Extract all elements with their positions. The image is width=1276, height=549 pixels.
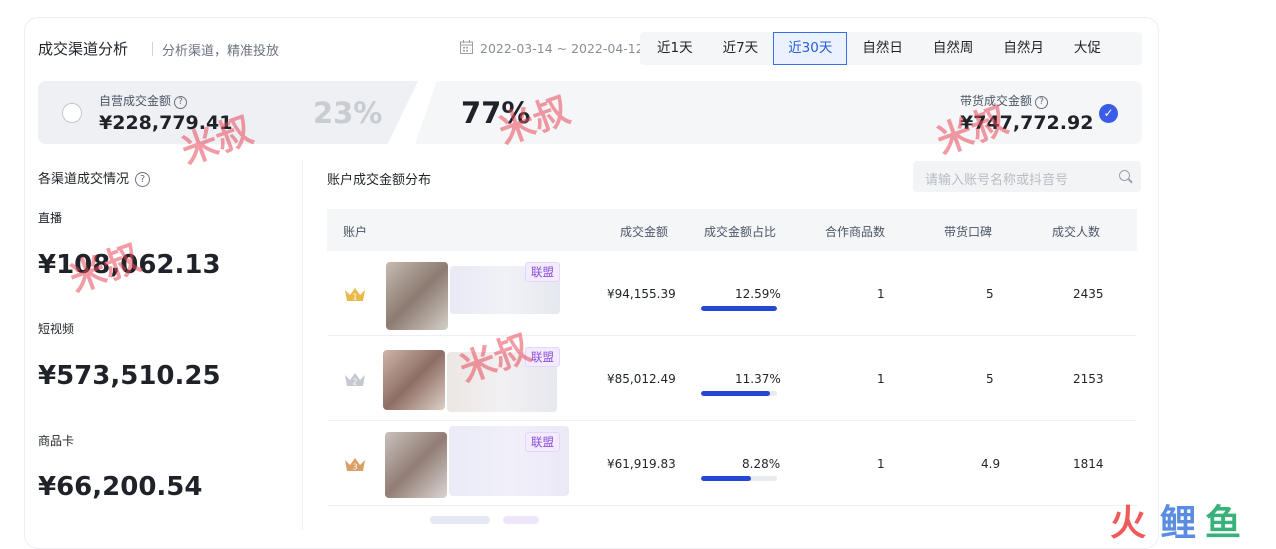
tab-natural-month[interactable]: 自然月 [988, 32, 1059, 65]
ratio-bar [701, 391, 777, 396]
alliance-tag: 联盟 [525, 262, 560, 282]
tab-7-days[interactable]: 近7天 [708, 32, 774, 65]
column-buyers[interactable]: 成交人数 [1052, 223, 1100, 240]
rank-number: 2 [352, 378, 357, 387]
products-cell: 1 [877, 287, 885, 301]
check-glyph: ✓ [1103, 106, 1114, 120]
channel-value-product-card: ¥66,200.54 [38, 472, 203, 502]
help-icon[interactable]: ? [1035, 96, 1049, 109]
check-icon[interactable]: ✓ [1099, 104, 1118, 123]
ratio-cell: 11.37% [735, 372, 781, 386]
tab-promotion[interactable]: 大促 [1059, 32, 1116, 65]
crown-silver-icon: 2 [345, 373, 365, 387]
search-placeholder: 请输入账号名称或抖音号 [925, 173, 1069, 188]
channel-name-live: 直播 [38, 211, 63, 225]
channel-value-short-video: ¥573,510.25 [38, 361, 221, 391]
column-amount-ratio[interactable]: 成交金额占比 [704, 223, 776, 240]
logo-char-1: 火 [1110, 503, 1147, 544]
ratio-bar-fill [701, 391, 770, 396]
crown-bronze-icon: 3 [345, 458, 365, 472]
self-operated-radio[interactable] [62, 103, 82, 123]
reputation-cell: 5 [986, 372, 994, 386]
amount-cell: ¥61,919.83 [607, 457, 676, 471]
avatar[interactable] [385, 432, 447, 498]
ratio-cell: 8.28% [742, 457, 781, 471]
amount-cell: ¥85,012.49 [607, 372, 676, 386]
avatar[interactable] [386, 262, 448, 330]
channel-name-short-video: 短视频 [38, 322, 75, 336]
reputation-cell: 4.9 [981, 457, 1001, 471]
buyers-cell: 2153 [1073, 372, 1104, 386]
logo-char-3: 鱼 [1205, 503, 1242, 544]
self-operated-label: 自营成交金额? [99, 92, 188, 109]
rank-number: 3 [352, 463, 357, 472]
alliance-tag: 联盟 [525, 432, 560, 452]
tab-30-days[interactable]: 近30天 [773, 32, 848, 65]
reputation-cell: 5 [986, 287, 994, 301]
self-operated-percent: 23% [313, 96, 383, 130]
table-row[interactable] [327, 251, 1137, 336]
period-tabs: 近1天 近7天 近30天 自然日 自然周 自然月 大促 [642, 32, 1116, 65]
section-divider [302, 160, 303, 530]
avatar[interactable] [383, 350, 445, 410]
column-products[interactable]: 合作商品数 [825, 223, 885, 240]
date-range-picker[interactable]: 2022-03-14 ~ 2022-04-12 [480, 41, 644, 56]
logo-char-2: 鲤 [1160, 503, 1197, 544]
column-reputation[interactable]: 带货口碑 [944, 223, 992, 240]
search-icon[interactable] [1119, 170, 1130, 181]
alliance-tag-partial [503, 516, 539, 524]
ratio-bar-fill [701, 476, 751, 481]
ratio-cell: 12.59% [735, 287, 781, 301]
ratio-bar-fill [701, 306, 777, 311]
products-cell: 1 [877, 457, 885, 471]
ratio-bar [701, 306, 777, 311]
calendar-icon[interactable] [460, 40, 473, 54]
channel-name-product-card: 商品卡 [38, 434, 75, 448]
buyers-cell: 2435 [1073, 287, 1104, 301]
buyers-cell: 1814 [1073, 457, 1104, 471]
help-icon[interactable]: ? [135, 172, 151, 187]
ratio-bar [701, 476, 777, 481]
channel-section-title-text: 各渠道成交情况 [38, 172, 130, 187]
rank-number: 1 [352, 293, 357, 302]
tab-natural-day[interactable]: 自然日 [847, 32, 918, 65]
help-icon[interactable]: ? [174, 96, 188, 109]
tab-natural-week[interactable]: 自然周 [918, 32, 989, 65]
account-section-title: 账户成交金额分布 [327, 173, 432, 188]
products-cell: 1 [877, 372, 885, 386]
page-title: 成交渠道分析 [38, 40, 129, 58]
self-operated-label-text: 自营成交金额 [99, 94, 172, 108]
column-account: 账户 [343, 225, 368, 239]
amount-cell: ¥94,155.39 [607, 287, 676, 301]
tab-1-day[interactable]: 近1天 [642, 32, 708, 65]
channel-section-title: 各渠道成交情况? [38, 168, 151, 187]
column-amount[interactable]: 成交金额 [620, 223, 668, 240]
page-subtitle: 分析渠道，精准投放 [152, 40, 279, 59]
account-name-blurred [430, 516, 490, 524]
crown-gold-icon: 1 [345, 288, 365, 302]
